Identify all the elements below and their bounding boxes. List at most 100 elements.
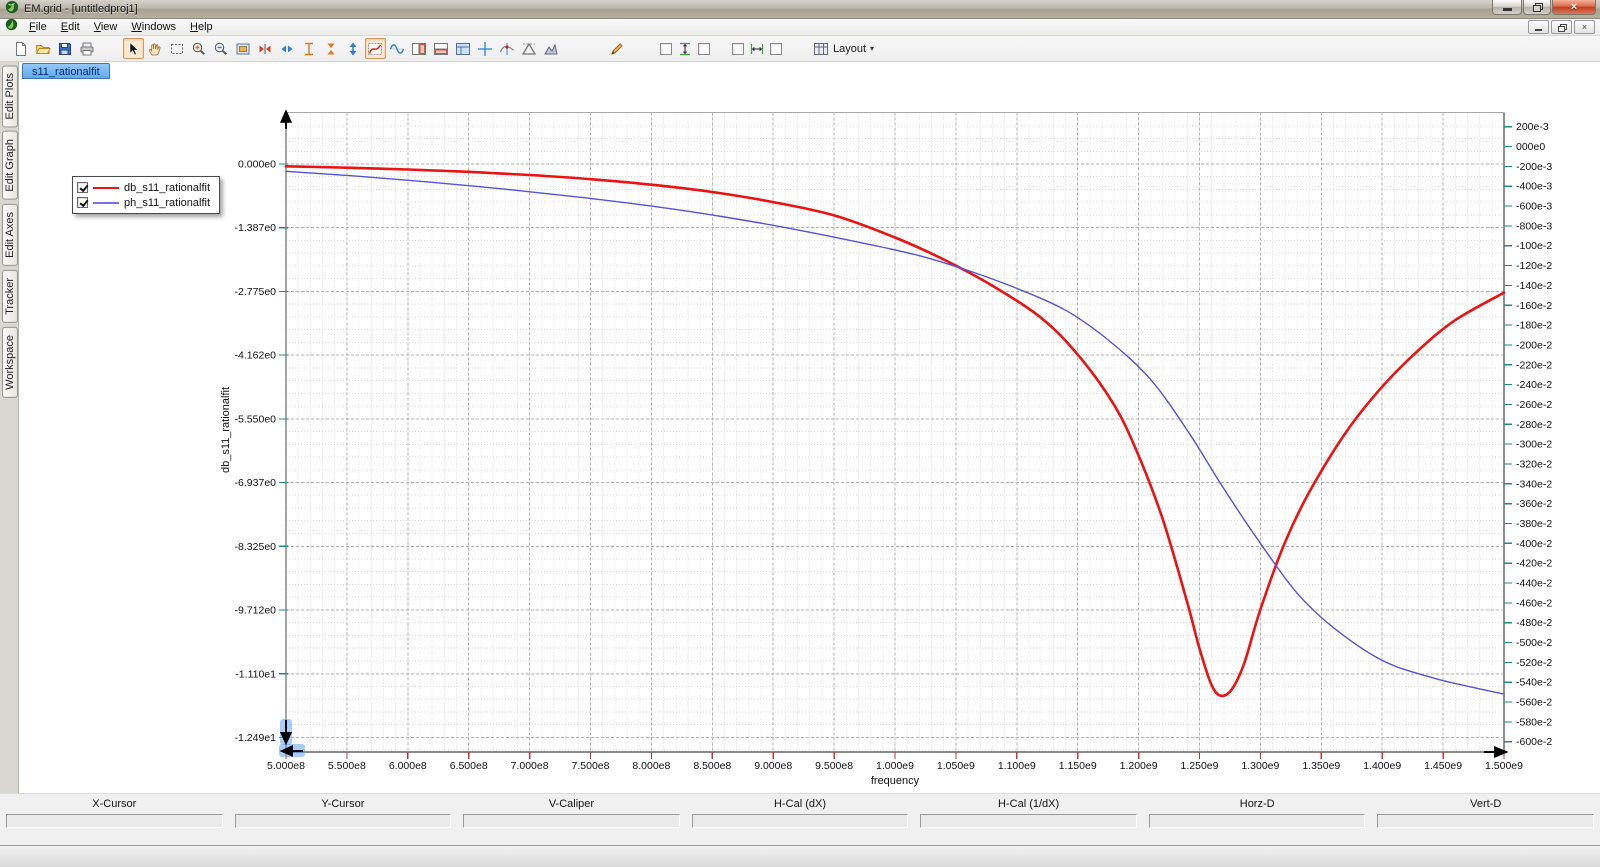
tracker-cursor-icon [499, 41, 515, 57]
cursor-label-vert-d: Vert-D [1371, 798, 1600, 813]
cursor-field-y-cursor[interactable] [235, 814, 452, 828]
split-vertical-button[interactable] [409, 38, 430, 59]
pan-hand-button[interactable] [145, 38, 166, 59]
legend-item: db_s11_rationalfit [77, 180, 210, 195]
peak-search-button[interactable] [519, 38, 540, 59]
expand-horizontal-button[interactable] [277, 38, 298, 59]
y-right-tick-label: -160e-2 [1516, 300, 1552, 312]
cursor-field-v-caliper[interactable] [463, 814, 680, 828]
app-window: EM.grid - [untitledproj1] × FileEditView… [0, 0, 1600, 867]
peak-search-icon [521, 41, 537, 57]
layout-menu-label: Layout [833, 43, 866, 55]
fit-vertical-button[interactable] [343, 38, 364, 59]
mdi-close-icon: × [1582, 22, 1587, 32]
legend-checkbox-db_s11_rationalfit[interactable] [77, 182, 88, 193]
crosshair-button[interactable] [475, 38, 496, 59]
x-tick-label: 1.150e9 [1059, 760, 1097, 772]
tracker-cursor-button[interactable] [497, 38, 518, 59]
autoscale-plot-icon [367, 41, 383, 57]
y-right-tick-label: -340e-2 [1516, 478, 1552, 490]
save-icon [57, 41, 73, 57]
new-document-icon [13, 41, 29, 57]
legend-checkbox-ph_s11_rationalfit[interactable] [77, 197, 88, 208]
x-tick-label: 1.250e9 [1181, 760, 1219, 772]
legend-label: ph_s11_rationalfit [124, 197, 210, 209]
document-tab-s11_rationalfit[interactable]: s11_rationalfit [22, 63, 110, 79]
cursor-field-vert-d[interactable] [1377, 814, 1594, 828]
legend-label: db_s11_rationalfit [124, 182, 210, 194]
menu-view[interactable]: View [87, 20, 125, 34]
cursor-field-h-cal-1-dx-[interactable] [920, 814, 1137, 828]
peak-search-alt-button[interactable] [541, 38, 562, 59]
y-lock-left-checkbox[interactable] [660, 43, 672, 55]
x-lock-right-checkbox[interactable] [770, 43, 782, 55]
mdi-minimize-button[interactable] [1528, 20, 1549, 34]
y-right-tick-label: -420e-2 [1516, 558, 1552, 570]
h-scale-glyph-icon [749, 41, 765, 57]
v-scale-glyph [677, 41, 693, 57]
restore-icon [1533, 3, 1542, 11]
zoom-region-button[interactable] [233, 38, 254, 59]
x-lock-left-checkbox[interactable] [732, 43, 744, 55]
x-tick-label: 8.000e8 [632, 760, 670, 772]
select-arrow-button[interactable] [123, 38, 144, 59]
cursor-label-horz-d: Horz-D [1143, 798, 1372, 813]
app-icon [5, 0, 19, 19]
collapse-vertical-icon [323, 41, 339, 57]
y-right-tick-label: -800e-3 [1516, 220, 1552, 232]
split-horizontal-button[interactable] [431, 38, 452, 59]
window-title: EM.grid - [untitledproj1] [24, 3, 138, 15]
smooth-wave-button[interactable] [387, 38, 408, 59]
print-button[interactable] [77, 38, 98, 59]
split-horizontal-icon [433, 41, 449, 57]
zoom-region-icon [235, 41, 251, 57]
collapse-horizontal-button[interactable] [255, 38, 276, 59]
close-button[interactable]: × [1552, 0, 1596, 15]
y-right-tick-label: -500e-2 [1516, 637, 1552, 649]
minimize-button[interactable] [1492, 0, 1522, 15]
y-left-tick-label: -5.550e0 [235, 413, 277, 425]
window-bottom-frame [0, 845, 1600, 867]
zoom-box-button[interactable] [167, 38, 188, 59]
layout-panels-button[interactable] [453, 38, 474, 59]
x-tick-label: 5.000e8 [267, 760, 305, 772]
y-lock-right-checkbox[interactable] [698, 43, 710, 55]
layout-menu-button[interactable]: Layout ▾ [806, 38, 881, 59]
menu-file[interactable]: File [22, 20, 54, 34]
chevron-down-icon: ▾ [870, 44, 874, 53]
menu-windows[interactable]: Windows [124, 20, 183, 34]
x-axis-right-arrow [1484, 748, 1506, 757]
fit-height-button[interactable] [299, 38, 320, 59]
x-tick-label: 1.300e9 [1241, 760, 1279, 772]
new-document-button[interactable] [11, 38, 32, 59]
menu-help[interactable]: Help [183, 20, 220, 34]
cursor-field-h-cal-dx-[interactable] [692, 814, 909, 828]
collapse-horizontal-icon [257, 41, 273, 57]
cursor-field-horz-d[interactable] [1149, 814, 1366, 828]
y-right-tick-label: -600e-3 [1516, 201, 1552, 213]
open-folder-button[interactable] [33, 38, 54, 59]
y-right-tick-label: -140e-2 [1516, 280, 1552, 292]
zoom-in-button[interactable] [189, 38, 210, 59]
cursor-field-x-cursor[interactable] [6, 814, 223, 828]
x-tick-label: 5.500e8 [328, 760, 366, 772]
x-tick-label: 1.450e9 [1424, 760, 1462, 772]
mdi-close-button[interactable]: × [1574, 20, 1595, 34]
fit-vertical-icon [345, 41, 361, 57]
plot-canvas[interactable]: 5.000e85.500e86.000e86.500e87.000e87.500… [0, 80, 1600, 800]
x-tick-label: 1.000e9 [876, 760, 914, 772]
mdi-minimize-icon [1535, 29, 1542, 31]
pencil-button[interactable] [607, 38, 628, 59]
y-right-tick-label: -220e-2 [1516, 359, 1552, 371]
menu-edit[interactable]: Edit [54, 20, 87, 34]
zoom-out-button[interactable] [211, 38, 232, 59]
y-right-tick-label: -560e-2 [1516, 697, 1552, 709]
restore-button[interactable] [1523, 0, 1551, 15]
y-right-tick-label: 200e-3 [1516, 121, 1549, 133]
collapse-vertical-button[interactable] [321, 38, 342, 59]
mdi-restore-button[interactable] [1551, 20, 1572, 34]
y-left-tick-label: -1.387e0 [235, 222, 277, 234]
save-button[interactable] [55, 38, 76, 59]
smooth-wave-icon [389, 41, 405, 57]
autoscale-plot-button[interactable] [365, 38, 386, 59]
